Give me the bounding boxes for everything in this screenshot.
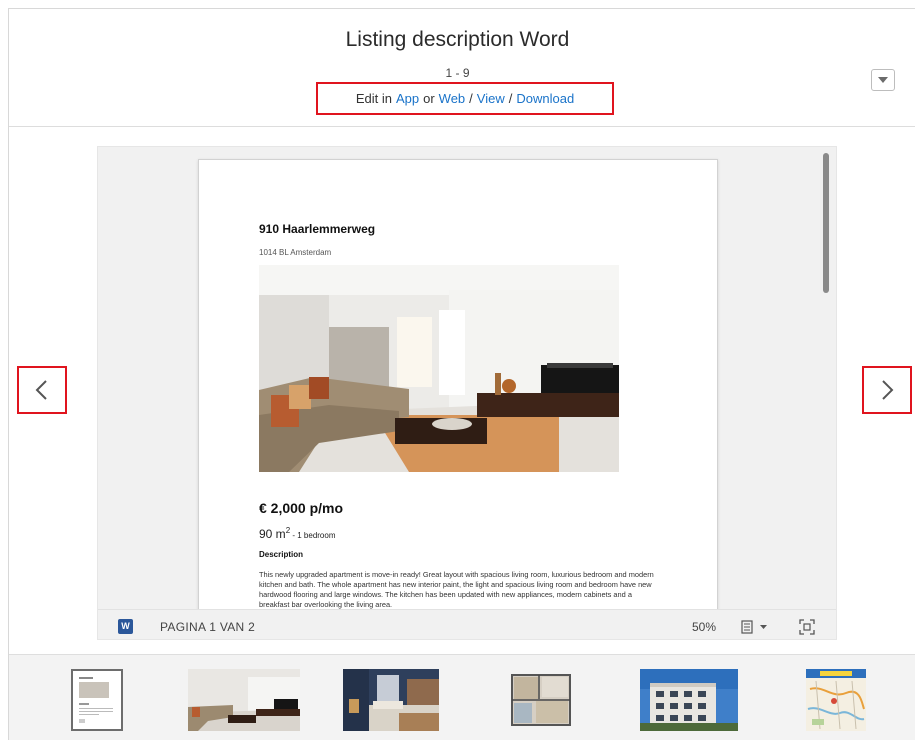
thumbnail-bedroom[interactable]: [343, 669, 439, 731]
edit-in-web-link[interactable]: Web: [439, 91, 466, 106]
viewer-statusbar: W PAGINA 1 VAN 2 50%: [98, 609, 836, 639]
thumbnail-living-room[interactable]: [188, 669, 300, 731]
listing-price: € 2,000 p/mo: [259, 500, 344, 516]
vertical-scrollbar[interactable]: [823, 153, 829, 293]
document-view-icon[interactable]: [740, 619, 770, 635]
fit-screen-icon[interactable]: [798, 618, 816, 636]
chevron-left-icon: [35, 380, 47, 400]
caret-down-icon: [878, 77, 888, 83]
next-file-button[interactable]: [862, 366, 912, 414]
thumbnail-document[interactable]: [71, 669, 123, 731]
separator: /: [469, 91, 473, 106]
description-heading: Description: [259, 550, 304, 559]
document-viewer[interactable]: 910 Haarlemmerweg 1014 BL Amsterdam € 2,…: [97, 146, 837, 640]
word-app-icon: W: [118, 619, 133, 634]
download-link[interactable]: Download: [516, 91, 574, 106]
file-count: 1 - 9: [445, 66, 470, 80]
file-title: Listing description Word: [345, 28, 570, 51]
listing-city: 1014 BL Amsterdam: [259, 248, 332, 257]
listing-photo: [259, 265, 619, 472]
zoom-level[interactable]: 50%: [692, 620, 716, 634]
description-text: This newly upgraded apartment is move-in…: [259, 570, 654, 609]
or-label: or: [423, 91, 435, 106]
thumbnail-strip: [9, 654, 915, 740]
chevron-right-icon: [882, 380, 894, 400]
bedroom-count: - 1 bedroom: [290, 531, 336, 540]
listing-size: 90 m2 - 1 bedroom: [259, 526, 336, 541]
separator: /: [508, 91, 513, 106]
thumbnail-building[interactable]: [640, 669, 738, 731]
thumbnail-floor-plan[interactable]: [506, 669, 576, 731]
thumbnail-map[interactable]: [806, 669, 866, 731]
file-actions: Edit in App or Web / View / Download: [316, 82, 614, 115]
edit-in-label: Edit in: [355, 91, 392, 106]
previous-file-button[interactable]: [17, 366, 67, 414]
listing-address: 910 Haarlemmerweg: [259, 222, 376, 236]
size-value: 90 m: [259, 527, 286, 541]
page-indicator: PAGINA 1 VAN 2: [160, 620, 256, 634]
edit-in-app-link[interactable]: App: [396, 91, 419, 106]
view-link[interactable]: View: [477, 91, 505, 106]
document-page: 910 Haarlemmerweg 1014 BL Amsterdam € 2,…: [198, 159, 718, 629]
options-dropdown-button[interactable]: [871, 69, 895, 91]
